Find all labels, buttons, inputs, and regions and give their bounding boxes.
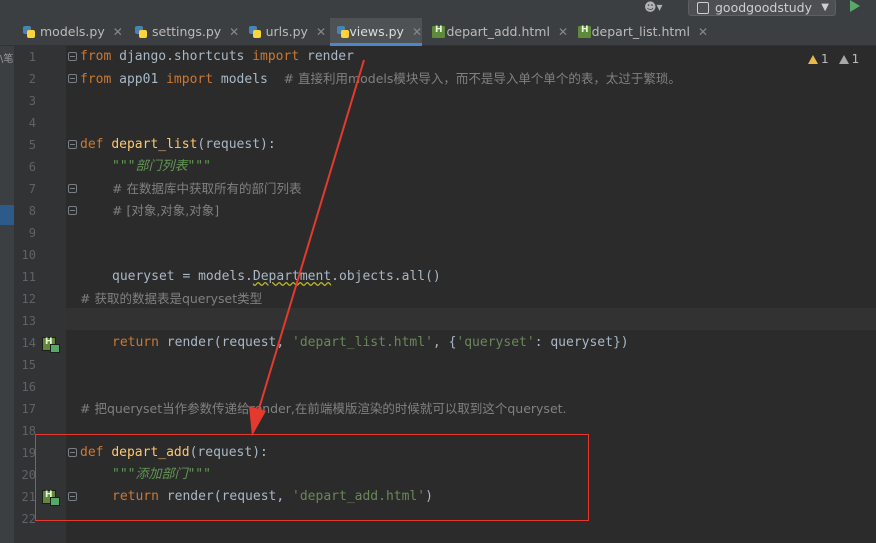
arrow-shaft — [257, 59, 365, 413]
arrow-head — [249, 406, 266, 436]
annotation-arrow — [249, 59, 365, 436]
